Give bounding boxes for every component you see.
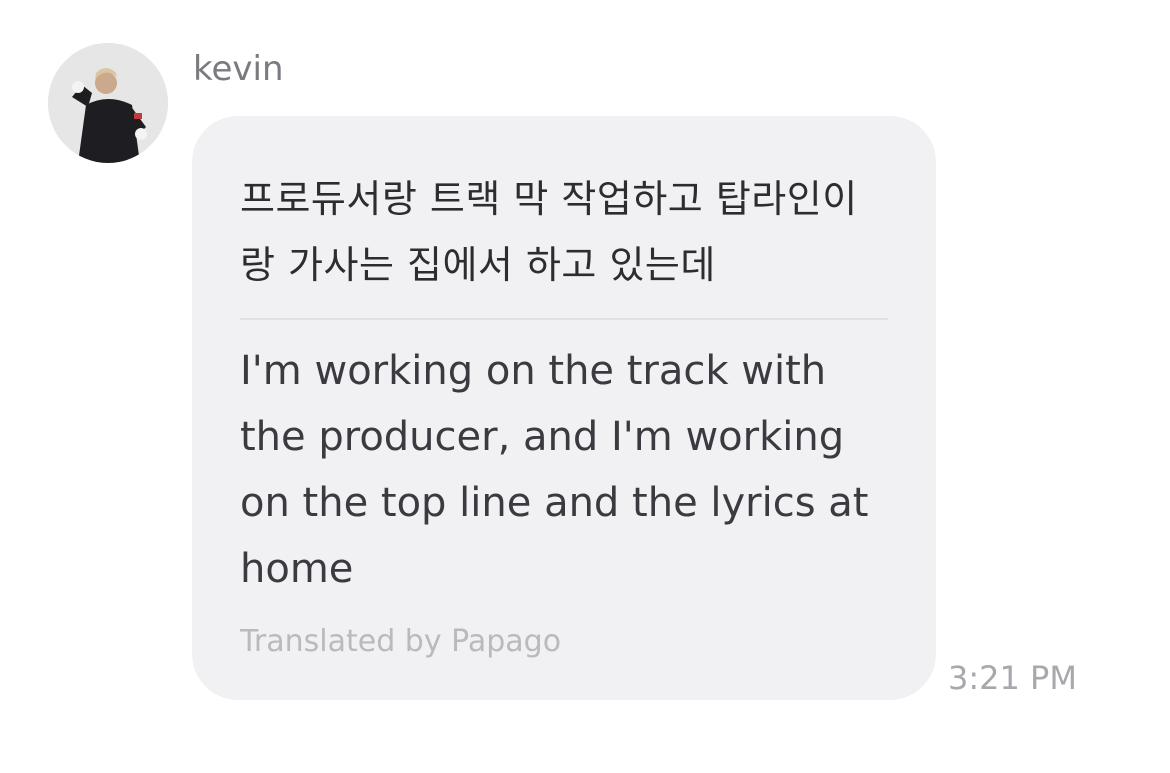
translated-message-text: I'm working on the track with the produc… bbox=[240, 348, 869, 592]
sender-name: kevin bbox=[193, 49, 284, 89]
original-message-text: 프로듀서랑 트랙 막 작업하고 탑라인이랑 가사는 집에서 하고 있는데 bbox=[240, 177, 858, 287]
translation-credit: Translated by Papago bbox=[240, 624, 562, 659]
avatar[interactable] bbox=[48, 43, 168, 163]
message-timestamp: 3:21 PM bbox=[948, 659, 1077, 697]
translation-divider bbox=[240, 318, 888, 320]
message-bubble[interactable]: 프로듀서랑 트랙 막 작업하고 탑라인이랑 가사는 집에서 하고 있는데 I'm… bbox=[192, 116, 936, 700]
profile-photo-icon bbox=[48, 43, 168, 163]
